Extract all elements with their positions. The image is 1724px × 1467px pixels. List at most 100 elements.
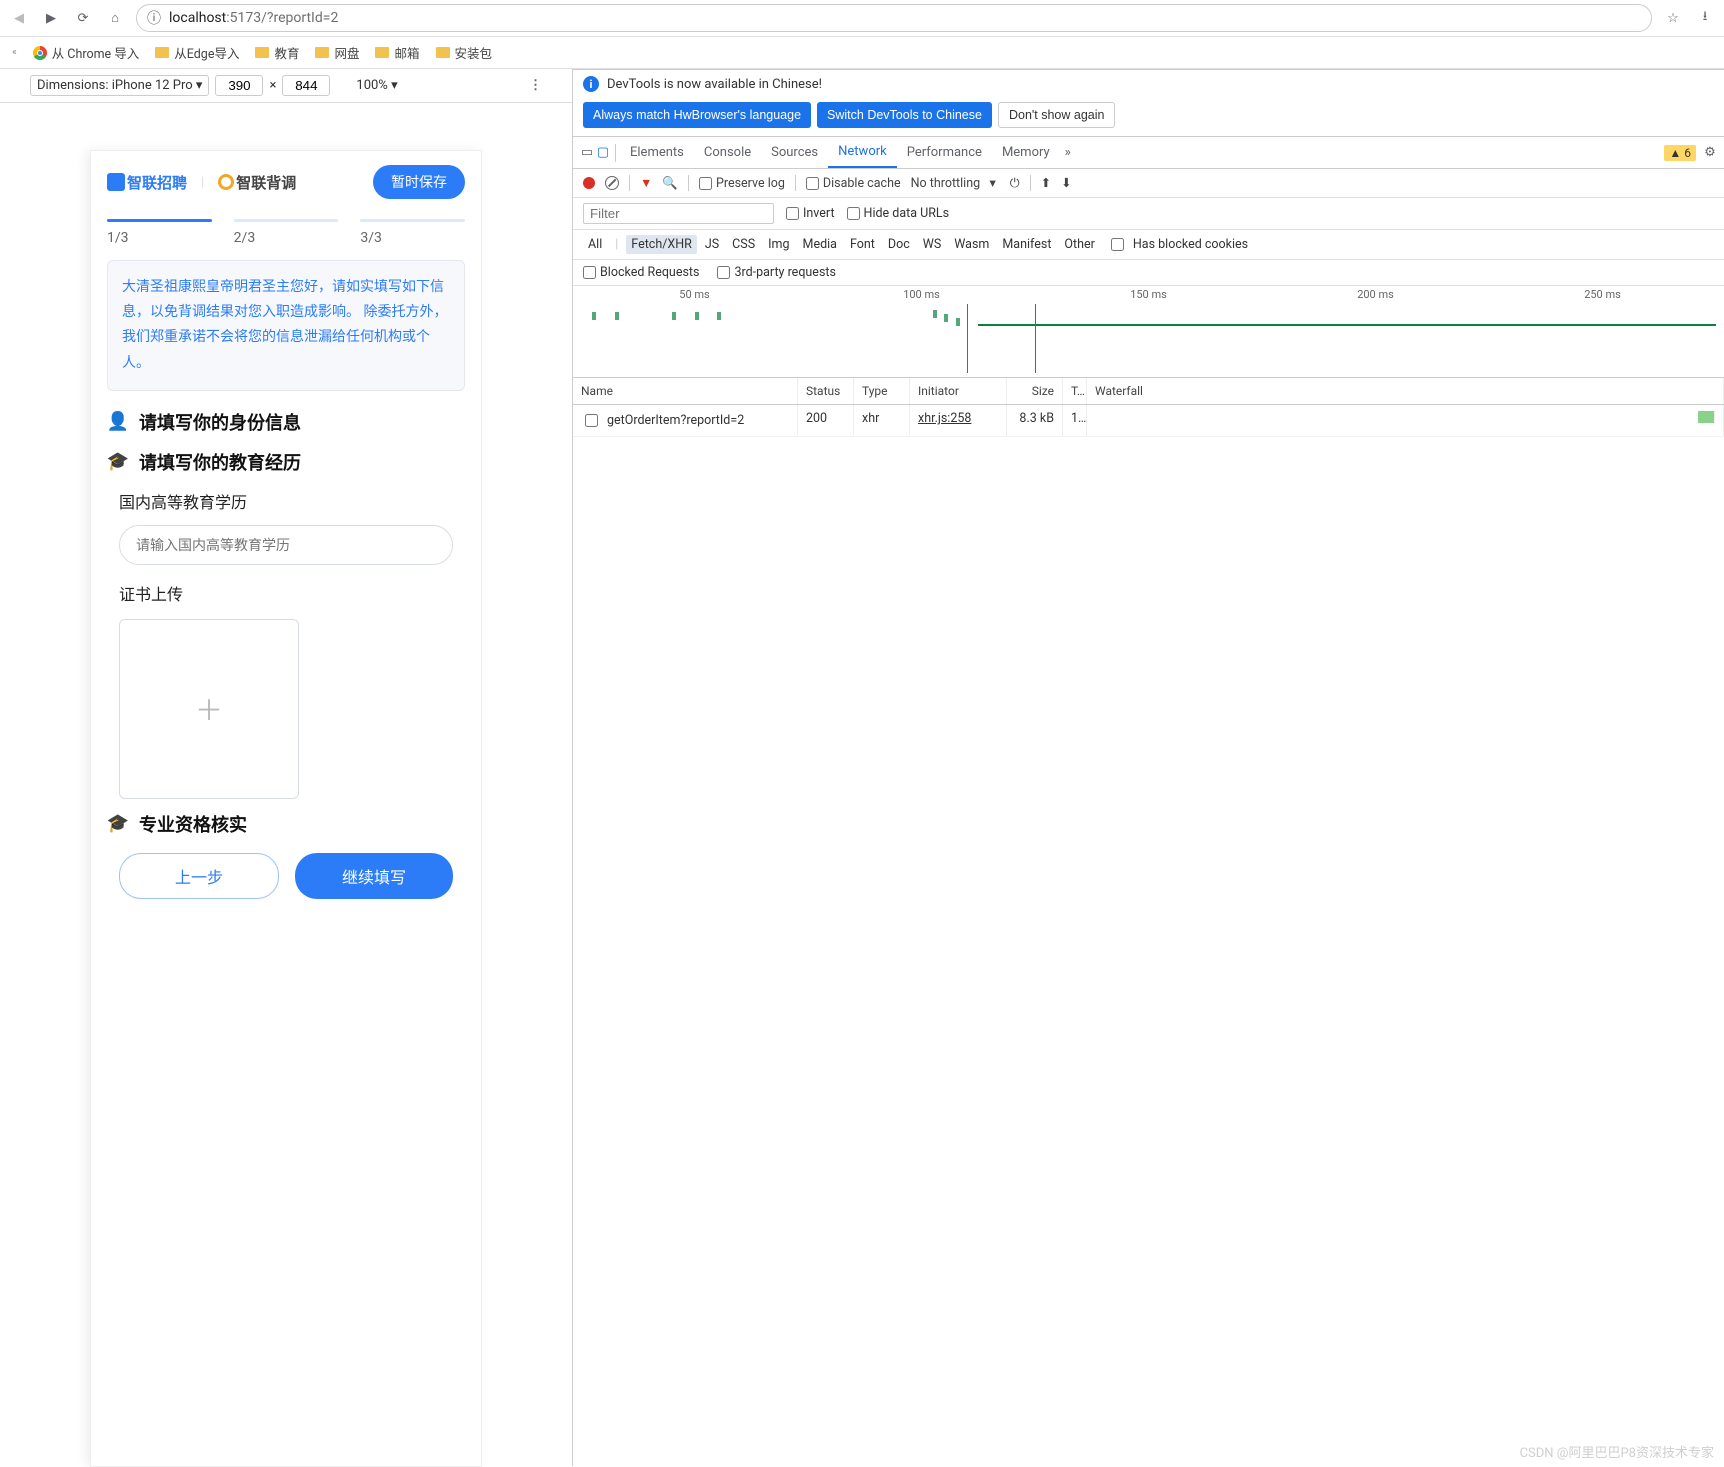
type-js[interactable]: JS (700, 235, 724, 254)
save-draft-button[interactable]: 暂时保存 (373, 165, 465, 199)
folder-icon (375, 47, 389, 58)
hide-data-urls-checkbox[interactable]: Hide data URLs (847, 206, 950, 221)
notice-box: 大清圣祖康熙皇帝明君圣主您好，请如实填写如下信息，以免背调结果对您入职造成影响。… (107, 260, 465, 391)
upload-har-icon[interactable]: ⬆ (1041, 175, 1051, 191)
device-toggle-icon[interactable]: ▢ (595, 145, 611, 160)
tab-elements[interactable]: Elements (620, 138, 694, 167)
request-type-filters: All | Fetch/XHR JS CSS Img Media Font Do… (573, 230, 1724, 260)
type-wasm[interactable]: Wasm (949, 235, 994, 254)
chevron-left-icon[interactable]: « (12, 47, 17, 58)
devtools-language-alert: i DevTools is now available in Chinese! (573, 70, 1724, 98)
third-party-checkbox[interactable]: 3rd-party requests (717, 265, 835, 280)
type-css[interactable]: CSS (727, 235, 760, 254)
tl-label: 50 ms (581, 288, 808, 301)
chrome-icon (33, 46, 47, 60)
tab-memory[interactable]: Memory (992, 138, 1060, 167)
col-type-header[interactable]: Type (854, 378, 910, 404)
tab-network[interactable]: Network (828, 137, 897, 168)
tab-console[interactable]: Console (694, 138, 761, 167)
network-filter-input[interactable] (583, 203, 774, 224)
chevron-double-right-icon[interactable]: » (1060, 145, 1076, 160)
type-img[interactable]: Img (763, 235, 794, 254)
type-all[interactable]: All (583, 235, 607, 254)
bookmark-item[interactable]: 邮箱 (375, 43, 419, 62)
type-media[interactable]: Media (798, 235, 842, 254)
tab-sources[interactable]: Sources (761, 138, 828, 167)
type-fetch-xhr[interactable]: Fetch/XHR (626, 235, 697, 254)
filter-toggle-icon[interactable]: ▼ (640, 176, 652, 191)
request-type: xhr (854, 405, 910, 436)
clear-icon[interactable] (605, 176, 619, 190)
warnings-badge[interactable]: ▲6 (1664, 145, 1696, 161)
type-ws[interactable]: WS (918, 235, 947, 254)
upload-label: 证书上传 (91, 571, 481, 611)
step-1-label: 1/3 (107, 230, 212, 246)
bookmark-item[interactable]: 网盘 (315, 43, 359, 62)
row-checkbox[interactable] (585, 414, 598, 427)
section-identity-title: 请填写你的身份信息 (139, 409, 301, 435)
url-bar[interactable]: ⓘ localhost:5173/?reportId=2 (136, 4, 1652, 32)
dont-show-button[interactable]: Don't show again (998, 102, 1116, 128)
device-width-input[interactable] (215, 75, 263, 96)
back-button[interactable]: ◀ (8, 7, 30, 29)
folder-icon (255, 47, 269, 58)
tab-performance[interactable]: Performance (897, 138, 992, 167)
certificate-upload[interactable]: ＋ (119, 619, 299, 799)
match-language-button[interactable]: Always match HwBrowser's language (583, 102, 811, 128)
table-row[interactable]: getOrderItem?reportId=2 200 xhr xhr.js:2… (573, 405, 1724, 437)
switch-language-button[interactable]: Switch DevTools to Chinese (817, 102, 992, 128)
search-icon[interactable]: 🔍 (662, 176, 678, 191)
bookmark-item[interactable]: 安装包 (436, 43, 493, 62)
bookmark-item[interactable]: 教育 (255, 43, 299, 62)
type-doc[interactable]: Doc (883, 235, 915, 254)
record-icon[interactable] (583, 177, 595, 189)
disable-cache-checkbox[interactable]: Disable cache (806, 176, 901, 191)
forward-button[interactable]: ▶ (40, 7, 62, 29)
home-button[interactable]: ⌂ (104, 7, 126, 29)
bookmark-item[interactable]: 从 Chrome 导入 (33, 43, 140, 62)
col-status-header[interactable]: Status (798, 378, 854, 404)
col-time-header[interactable]: T... (1063, 378, 1087, 404)
prev-step-button[interactable]: 上一步 (119, 853, 279, 899)
col-waterfall-header[interactable]: Waterfall (1087, 378, 1724, 404)
col-size-header[interactable]: Size (1007, 378, 1063, 404)
blocked-cookies-checkbox[interactable]: Has blocked cookies (1111, 235, 1253, 254)
gear-icon[interactable]: ⚙ (1702, 145, 1718, 160)
throttling-selector[interactable]: No throttling ▾ (911, 175, 996, 191)
type-other[interactable]: Other (1059, 235, 1099, 254)
invert-checkbox[interactable]: Invert (786, 206, 835, 221)
request-time: 1... (1063, 405, 1087, 436)
network-filter-row: Invert Hide data URLs (573, 198, 1724, 230)
reload-button[interactable]: ⟳ (72, 7, 94, 29)
bookmark-item[interactable]: 从Edge导入 (155, 43, 239, 62)
request-initiator-link[interactable]: xhr.js:258 (918, 411, 971, 426)
network-timeline[interactable]: 50 ms 100 ms 150 ms 200 ms 250 ms (573, 286, 1724, 378)
continue-button[interactable]: 继续填写 (295, 853, 453, 899)
alert-text: DevTools is now available in Chinese! (607, 77, 822, 92)
tl-label: 150 ms (1035, 288, 1262, 301)
type-font[interactable]: Font (845, 235, 880, 254)
more-icon[interactable]: ⋮ (529, 78, 542, 93)
bookmark-star-icon[interactable]: ☆ (1662, 7, 1684, 29)
type-manifest[interactable]: Manifest (997, 235, 1056, 254)
network-extra-filters: Blocked Requests 3rd-party requests (573, 260, 1724, 286)
edu-degree-input[interactable] (119, 525, 453, 565)
brand-logos: 智联招聘 | 智联背调 (107, 172, 296, 193)
inspect-icon[interactable]: ▭ (579, 145, 595, 160)
download-icon[interactable]: ⭳ (1694, 7, 1716, 29)
wifi-icon[interactable]: ⏻ (1010, 176, 1020, 191)
col-name-header[interactable]: Name (573, 378, 798, 404)
col-initiator-header[interactable]: Initiator (910, 378, 1007, 404)
device-height-input[interactable] (282, 75, 330, 96)
request-size: 8.3 kB (1007, 405, 1063, 436)
section-education-title: 请填写你的教育经历 (139, 449, 301, 475)
device-selector[interactable]: Dimensions: iPhone 12 Pro ▾ (30, 75, 209, 96)
beidiao-icon (218, 174, 234, 190)
download-har-icon[interactable]: ⬇ (1061, 175, 1071, 191)
preserve-log-checkbox[interactable]: Preserve log (699, 176, 785, 191)
zoom-selector[interactable]: 100% ▾ (356, 78, 397, 93)
devtools-pane: i DevTools is now available in Chinese! … (573, 69, 1724, 1466)
blocked-requests-checkbox[interactable]: Blocked Requests (583, 265, 699, 280)
plus-icon: ＋ (195, 689, 223, 729)
bookmarks-bar: « 从 Chrome 导入 从Edge导入 教育 网盘 邮箱 安装包 (0, 37, 1724, 69)
